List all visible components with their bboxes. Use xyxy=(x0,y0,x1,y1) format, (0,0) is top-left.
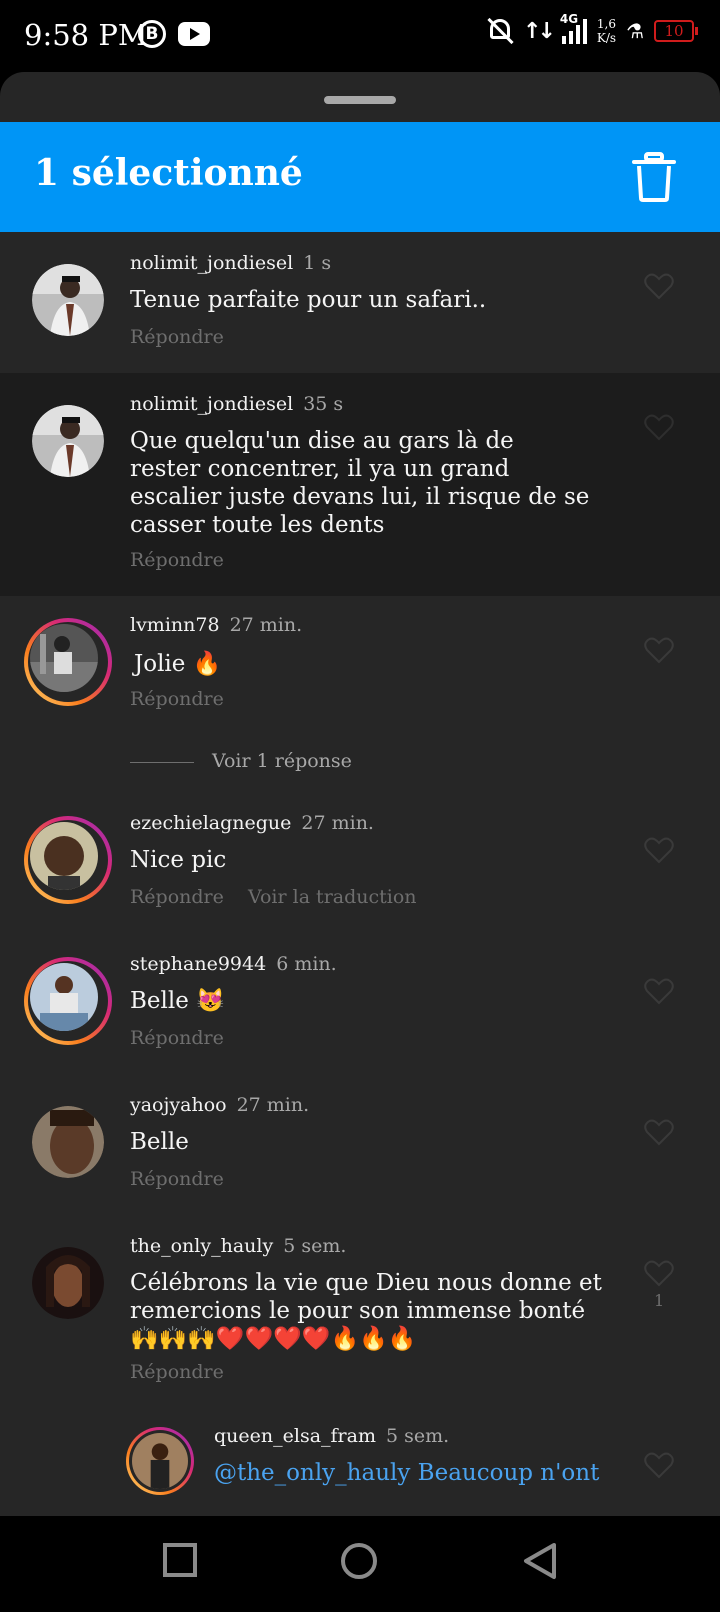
comment-username[interactable]: ezechielagnegue 27 min. xyxy=(130,812,374,834)
status-bar: 9:58 PM B ↑↓ 4G 1,6 K/s ⚗ 10 xyxy=(0,0,720,72)
status-system-icons: ↑↓ 4G 1,6 K/s ⚗ 10 xyxy=(487,12,698,46)
speed-value: 1,6 xyxy=(596,17,617,31)
selection-bar: 1 sélectionné xyxy=(0,122,720,232)
trash-icon[interactable] xyxy=(632,152,676,202)
translate-button[interactable]: Voir la traduction xyxy=(248,886,417,908)
comment-time: 27 min. xyxy=(236,1094,310,1116)
reply-button[interactable]: Répondre xyxy=(130,326,224,348)
comment-item[interactable]: ezechielagnegue 27 min. Nice pic Répondre… xyxy=(0,796,720,937)
view-replies-button[interactable]: Voir 1 réponse xyxy=(130,750,352,772)
heart-icon[interactable] xyxy=(644,636,674,664)
comment-time: 6 min. xyxy=(276,953,337,975)
comment-time: 5 sem. xyxy=(283,1235,347,1257)
comment-username[interactable]: nolimit_jondiesel 1 s xyxy=(130,252,331,274)
comment-username[interactable]: queen_elsa_fram 5 sem. xyxy=(214,1425,449,1447)
comment-text: Que quelqu'un dise au gars là de rester … xyxy=(130,428,590,538)
avatar-with-story-ring[interactable] xyxy=(24,618,112,706)
reply-button[interactable]: Répondre xyxy=(130,886,224,908)
heart-icon[interactable] xyxy=(644,977,674,1005)
comment-text: Belle 😻 xyxy=(130,988,225,1014)
comments-sheet: 1 sélectionné nolimit_jondiesel 1 s Tenue… xyxy=(0,72,720,1516)
network-label: 4G xyxy=(559,12,579,26)
comment-username[interactable]: the_only_hauly 5 sem. xyxy=(130,1235,346,1257)
flask-icon: ⚗ xyxy=(626,19,644,43)
b-icon: B xyxy=(138,20,166,48)
comment-time: 27 min. xyxy=(229,614,303,636)
avatar-with-story-ring[interactable] xyxy=(24,816,112,904)
comment-text: Nice pic xyxy=(130,847,227,873)
comment-reply-item[interactable]: queen_elsa_fram 5 sem. @the_only_hauly Be… xyxy=(0,1415,720,1516)
comment-text: Célébrons la vie que Dieu nous donne et … xyxy=(130,1270,602,1352)
data-transfer-icon: ↑↓ xyxy=(523,18,556,44)
heart-icon[interactable] xyxy=(644,272,674,300)
heart-icon[interactable] xyxy=(644,1118,674,1146)
avatar[interactable] xyxy=(32,264,104,336)
comment-text: @the_only_hauly Beaucoup n'ont xyxy=(214,1460,600,1486)
selection-count-title: 1 sélectionné xyxy=(34,152,303,194)
comment-time: 1 s xyxy=(303,252,332,274)
comment-time: 5 sem. xyxy=(385,1425,450,1447)
home-circle-icon[interactable] xyxy=(340,1542,378,1580)
comment-text: Belle xyxy=(130,1129,189,1155)
comment-time: 35 s xyxy=(303,393,344,415)
avatar[interactable] xyxy=(32,1106,104,1178)
comment-text: Jolie 🔥 xyxy=(134,651,222,677)
comment-time: 27 min. xyxy=(301,812,374,834)
comment-item[interactable]: lvminn78 27 min. Jolie 🔥 Répondre Voir 1 … xyxy=(0,596,720,796)
speed-unit: K/s xyxy=(596,31,617,45)
heart-icon[interactable] xyxy=(644,1259,674,1287)
reply-button[interactable]: Répondre xyxy=(130,1361,224,1383)
avatar[interactable] xyxy=(32,405,104,477)
comment-item[interactable]: nolimit_jondiesel 1 s Tenue parfaite pour… xyxy=(0,232,720,373)
drag-handle[interactable] xyxy=(324,96,396,104)
network-speed: 1,6 K/s xyxy=(597,17,616,45)
heart-icon[interactable] xyxy=(644,1451,674,1479)
comment-username[interactable]: stephane9944 6 min. xyxy=(130,953,337,975)
avatar-with-story-ring[interactable] xyxy=(126,1427,194,1495)
reply-button[interactable]: Répondre xyxy=(130,549,224,571)
comment-item[interactable]: yaojyahoo 27 min. Belle Répondre xyxy=(0,1078,720,1219)
mute-icon xyxy=(487,16,514,46)
comment-username[interactable]: yaojyahoo 27 min. xyxy=(130,1094,309,1116)
status-notification-icons: B xyxy=(138,20,210,48)
back-triangle-icon[interactable] xyxy=(522,1542,558,1580)
heart-icon[interactable] xyxy=(644,836,674,864)
reply-button[interactable]: Répondre xyxy=(130,688,224,710)
avatar[interactable] xyxy=(32,1247,104,1319)
system-nav-bar xyxy=(0,1516,720,1612)
comment-username[interactable]: nolimit_jondiesel 35 s xyxy=(130,393,343,415)
reply-button[interactable]: Répondre xyxy=(130,1027,224,1049)
youtube-icon xyxy=(178,22,210,46)
comment-item[interactable]: stephane9944 6 min. Belle 😻 Répondre xyxy=(0,937,720,1078)
comment-item-selected[interactable]: nolimit_jondiesel 35 s Que quelqu'un dise… xyxy=(0,373,720,596)
comment-text: Tenue parfaite pour un safari.. xyxy=(130,287,487,313)
reply-button[interactable]: Répondre xyxy=(130,1168,224,1190)
comment-item[interactable]: the_only_hauly 5 sem. Célébrons la vie qu… xyxy=(0,1219,720,1415)
like-count: 1 xyxy=(654,1291,665,1310)
comment-username[interactable]: lvminn78 27 min. xyxy=(130,614,302,636)
status-time: 9:58 PM xyxy=(24,18,148,52)
avatar-with-story-ring[interactable] xyxy=(24,957,112,1045)
heart-icon[interactable] xyxy=(644,413,674,441)
signal-icon: 4G xyxy=(560,12,587,44)
recents-square-icon[interactable] xyxy=(162,1542,198,1578)
battery-icon: 10 xyxy=(654,20,698,42)
